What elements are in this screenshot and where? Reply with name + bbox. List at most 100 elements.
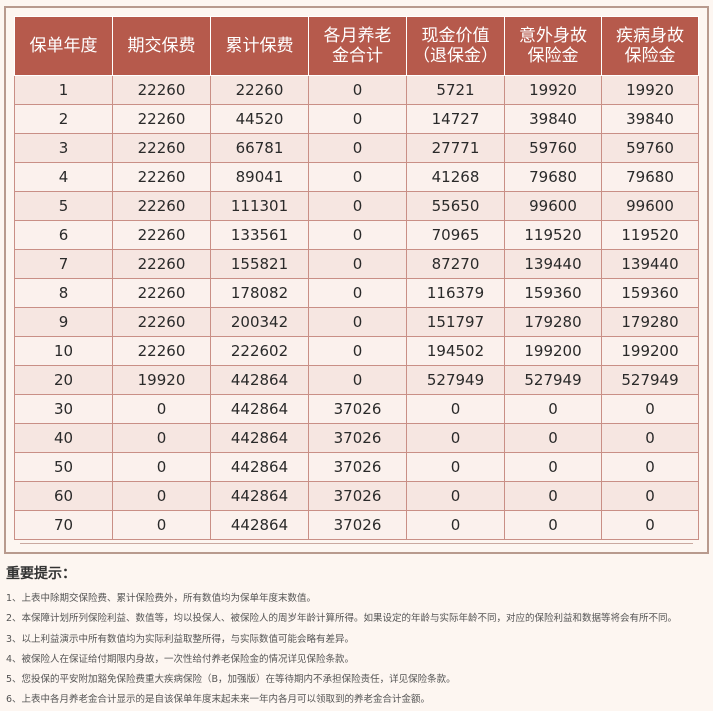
column-header-label: 疾病身故: [616, 26, 684, 46]
table-row: 40 0 442864 37026 0 0 0: [14, 423, 699, 453]
table-row: 5 22260 111301 0 55650 99600 99600: [14, 191, 699, 221]
table-cell: 0: [112, 394, 211, 424]
note-item: 3、以上利益演示中所有数值均为实际利益取整所得，与实际数值可能会略有差异。: [6, 633, 355, 645]
table-cell: 87270: [406, 249, 505, 279]
table-cell: 0: [601, 394, 699, 424]
notes-title: 重要提示：: [6, 566, 76, 582]
table-cell: 55650: [406, 191, 505, 221]
column-header: 累计保费: [210, 16, 309, 76]
table-cell: 0: [406, 481, 505, 511]
column-header-label: 保险金: [527, 46, 579, 66]
note-item: 4、被保险人在保证给付期限内身故，一次性给付养老保险金的情况详见保险条款。: [6, 653, 355, 665]
table-cell: 2: [14, 104, 113, 134]
column-header-label: 保险金: [624, 46, 676, 66]
table-cell: 111301: [210, 191, 309, 221]
column-header-label: 期交保费: [127, 36, 196, 56]
column-header-label: 意外身故: [519, 26, 587, 46]
table-cell: 442864: [210, 365, 309, 395]
table-cell: 0: [308, 278, 407, 308]
table-cell: 0: [504, 510, 602, 540]
table-cell: 0: [504, 394, 602, 424]
table-cell: 79680: [601, 162, 699, 192]
table-cell: 0: [504, 481, 602, 511]
table-cell: 22260: [112, 75, 211, 105]
table-cell: 50: [14, 452, 113, 482]
table-cell: 37026: [308, 452, 407, 482]
frame-corner-ornament: [693, 538, 709, 554]
table-cell: 20: [14, 365, 113, 395]
table-cell: 442864: [210, 510, 309, 540]
table-cell: 159360: [504, 278, 602, 308]
table-cell: 22260: [112, 249, 211, 279]
table-cell: 200342: [210, 307, 309, 337]
table-cell: 70: [14, 510, 113, 540]
table-cell: 89041: [210, 162, 309, 192]
column-header: 各月养老 金合计: [308, 16, 407, 76]
column-header: 保单年度: [14, 16, 113, 76]
table-cell: 37026: [308, 481, 407, 511]
table-cell: 5721: [406, 75, 505, 105]
table-row: 60 0 442864 37026 0 0 0: [14, 481, 699, 511]
table-cell: 37026: [308, 394, 407, 424]
table-cell: 19920: [504, 75, 602, 105]
table-cell: 139440: [601, 249, 699, 279]
frame-corner-ornament: [4, 538, 20, 554]
table-cell: 151797: [406, 307, 505, 337]
table-cell: 0: [112, 423, 211, 453]
table-cell: 0: [406, 394, 505, 424]
table-cell: 0: [406, 452, 505, 482]
table-cell: 442864: [210, 481, 309, 511]
table-cell: 99600: [504, 191, 602, 221]
table-row: 7 22260 155821 0 87270 139440 139440: [14, 249, 699, 279]
table-row: 30 0 442864 37026 0 0 0: [14, 394, 699, 424]
table-cell: 0: [112, 452, 211, 482]
table-cell: 39840: [504, 104, 602, 134]
table-cell: 119520: [601, 220, 699, 250]
table-cell: 22260: [112, 307, 211, 337]
column-header: 现金价值 （退保金）: [406, 16, 505, 76]
table-cell: 4: [14, 162, 113, 192]
table-row: 50 0 442864 37026 0 0 0: [14, 452, 699, 482]
table-cell: 37026: [308, 510, 407, 540]
table-cell: 3: [14, 133, 113, 163]
table-cell: 22260: [210, 75, 309, 105]
column-header-label: 累计保费: [225, 36, 294, 56]
table-cell: 22260: [112, 336, 211, 366]
table-cell: 0: [406, 423, 505, 453]
table-cell: 22260: [112, 191, 211, 221]
table-cell: 0: [601, 452, 699, 482]
table-cell: 0: [308, 104, 407, 134]
table-cell: 1: [14, 75, 113, 105]
table-cell: 37026: [308, 423, 407, 453]
table-cell: 44520: [210, 104, 309, 134]
table-cell: 22260: [112, 162, 211, 192]
column-header-label: 金合计: [332, 46, 383, 66]
table-cell: 159360: [601, 278, 699, 308]
table-cell: 119520: [504, 220, 602, 250]
table-cell: 133561: [210, 220, 309, 250]
table-cell: 59760: [601, 133, 699, 163]
table-cell: 527949: [504, 365, 602, 395]
table-cell: 0: [601, 510, 699, 540]
table-cell: 0: [308, 133, 407, 163]
column-header-label: （退保金）: [413, 46, 498, 66]
table-row: 4 22260 89041 0 41268 79680 79680: [14, 162, 699, 192]
column-header-label: 各月养老: [323, 26, 392, 46]
table-cell: 39840: [601, 104, 699, 134]
table-cell: 442864: [210, 394, 309, 424]
table-cell: 0: [308, 249, 407, 279]
note-item: 6、上表中各月养老金合计显示的是自该保单年度末起未来一年内各月可以领取到的养老金…: [6, 694, 431, 706]
column-header-label: 现金价值: [421, 26, 490, 46]
table-cell: 0: [308, 365, 407, 395]
note-item: 2、本保障计划所列保险利益、数值等，均以投保人、被保险人的周岁年龄计算所得。如果…: [6, 613, 678, 625]
benefit-table: 保单年度 期交保费 累计保费 各月养老 金合计 现金价值 （退保金） 意外身故 保险金 疾病身故保…: [14, 16, 699, 540]
notes-section: 重要提示： 1、上表中除期交保险费、累计保险费外，所有数值均为保单年度末数值。 …: [6, 563, 706, 711]
table-header: 保单年度 期交保费 累计保费 各月养老 金合计 现金价值 （退保金） 意外身故 保险金 疾病身故保…: [14, 16, 699, 76]
table-cell: 139440: [504, 249, 602, 279]
table-cell: 116379: [406, 278, 505, 308]
table-cell: 14727: [406, 104, 505, 134]
table-cell: 22260: [112, 104, 211, 134]
table-cell: 19920: [601, 75, 699, 105]
table-cell: 19920: [112, 365, 211, 395]
column-header: 期交保费: [112, 16, 211, 76]
